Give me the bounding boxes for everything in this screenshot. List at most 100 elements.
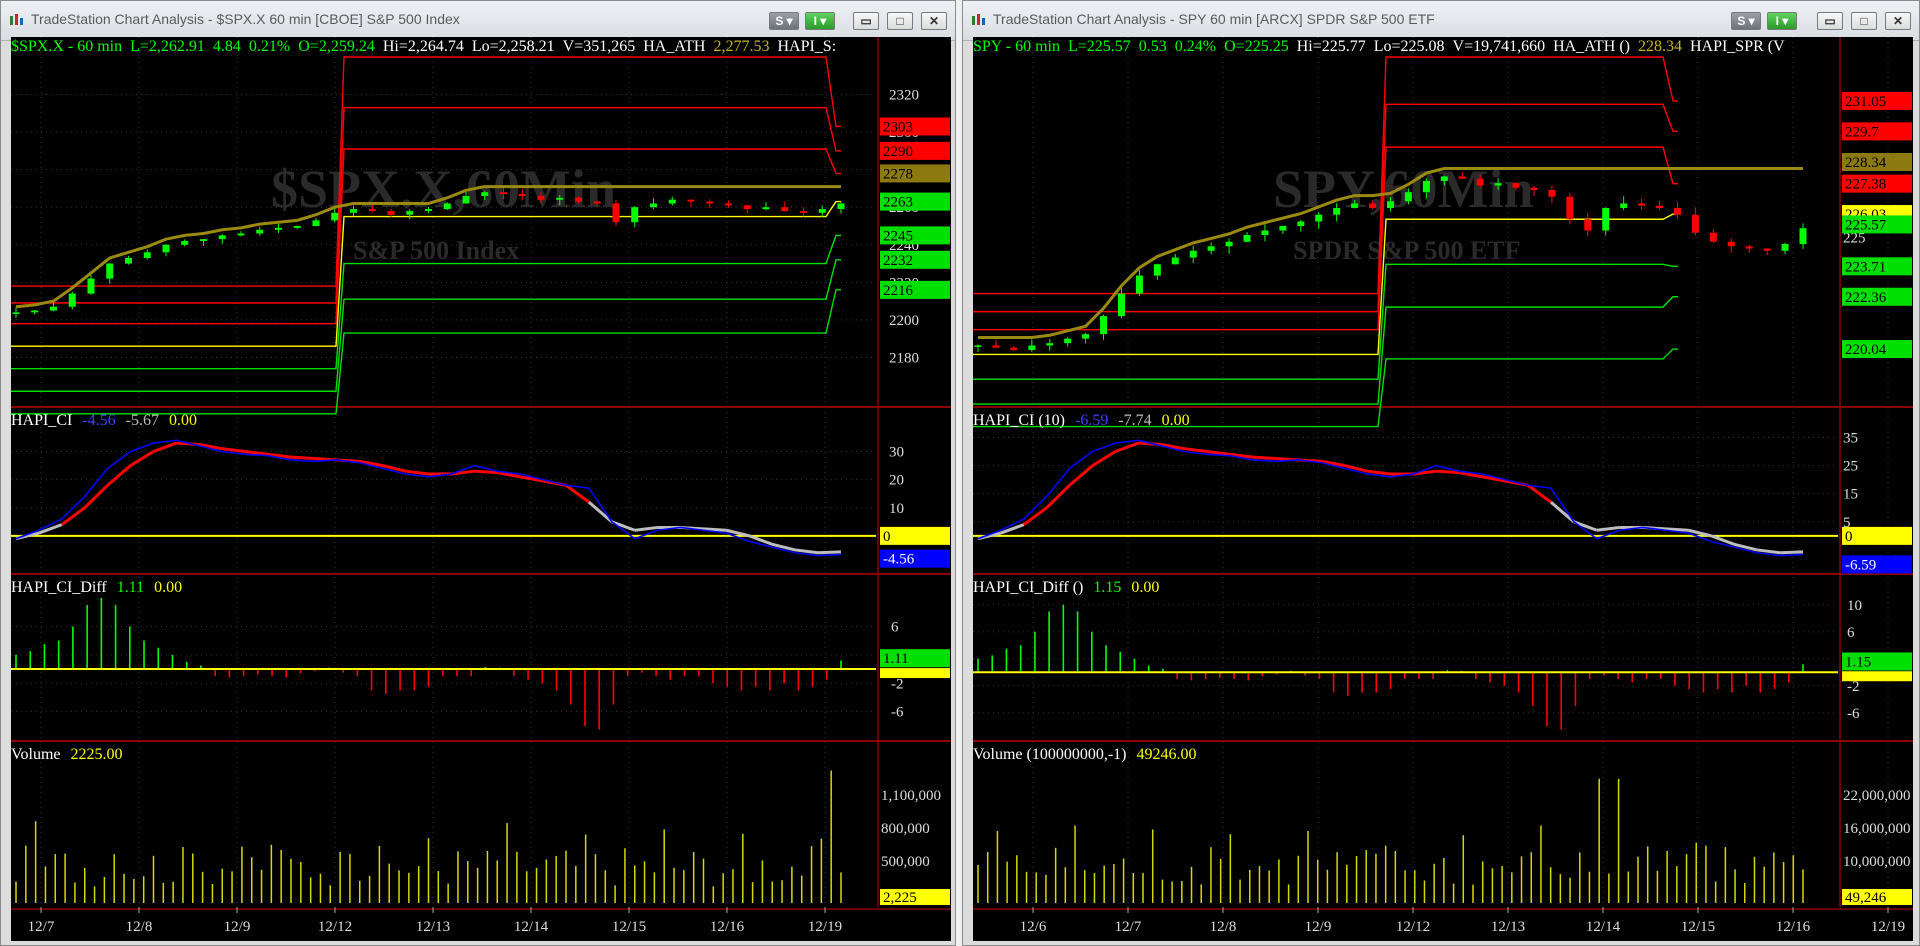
candle-body [218, 235, 226, 240]
candle-body [256, 229, 264, 234]
volume-label: Volume (100000000,-1) [973, 746, 1126, 763]
candle-body [1602, 207, 1610, 231]
date-label: 12/8 [1210, 919, 1237, 935]
last-price: L=2,262.91 [130, 38, 205, 55]
minimize-button[interactable]: ▭ [1817, 12, 1843, 30]
ci-label: HAPI_CI (10) [973, 412, 1065, 429]
candle-body [1082, 334, 1090, 339]
price-tag: 225.57 [1845, 217, 1887, 233]
date-label: 12/13 [416, 919, 450, 935]
candle-body [1548, 189, 1556, 197]
close-button[interactable]: ✕ [921, 12, 947, 30]
tradestation-icon [972, 14, 985, 25]
candle-body [406, 210, 414, 215]
candle-body [1297, 221, 1305, 226]
volume-value: 49246.00 [1136, 746, 1196, 763]
diff-value-2: 0.00 [154, 579, 182, 596]
volume-value: 2225.00 [70, 746, 122, 763]
interval-link-button[interactable]: I ▾ [805, 12, 835, 30]
candle-body [1494, 183, 1502, 186]
candle-body [181, 241, 189, 245]
price-tag: 2303 [883, 119, 913, 135]
watermark-description: S&P 500 Index [353, 236, 519, 265]
candle-body [331, 212, 339, 221]
ci-tag-bg [880, 526, 950, 545]
date-label: 12/7 [28, 919, 55, 935]
candle-body [1584, 219, 1592, 231]
interval-link-button[interactable]: I ▾ [1767, 12, 1797, 30]
candle-body [143, 252, 151, 258]
date-label: 12/15 [1681, 919, 1715, 935]
ci-slow-line [1780, 550, 1804, 555]
diff-value-2: 0.00 [1131, 579, 1159, 596]
volume-axis-label: 10,000,000 [1843, 854, 1911, 870]
candle-body [650, 203, 657, 208]
candle-body [725, 203, 732, 206]
chart-area[interactable]: 12/7 12/8 12/9 12/12 12/13 12/14 12/15 12/16 12/… [11, 37, 951, 941]
price-tag: 2263 [883, 195, 913, 211]
price-axis-label: 2180 [889, 350, 919, 366]
maximize-button[interactable]: □ [887, 12, 913, 30]
price-tag: 229.7 [1845, 124, 1879, 140]
candle-body [368, 209, 376, 211]
candle-body [1189, 250, 1197, 258]
volume-value: V=19,741,660 [1453, 38, 1546, 55]
date-label: 12/13 [1491, 919, 1525, 935]
ci-value-1: -6.59 [1075, 412, 1108, 429]
price-tag: 2232 [883, 253, 913, 269]
candle-body [1171, 257, 1179, 265]
title-bar[interactable]: TradeStation Chart Analysis - SPY 60 min… [963, 1, 1919, 41]
candle-body [593, 201, 601, 204]
maximize-button[interactable]: □ [1851, 12, 1877, 30]
high-value: Hi=225.77 [1297, 38, 1366, 55]
diff-axis-label: 10 [1847, 598, 1862, 614]
candle-body [1315, 214, 1323, 222]
low-value: Lo=225.08 [1374, 38, 1445, 55]
candle-body [800, 210, 807, 213]
candle-body [87, 278, 95, 294]
minimize-button[interactable]: ▭ [853, 12, 879, 30]
candle-body [1638, 203, 1646, 206]
ci-tag: -6.59 [1845, 557, 1876, 573]
date-label: 12/19 [808, 919, 842, 935]
price-tag: 227.38 [1845, 177, 1886, 193]
symbol-label: $SPX.X - 60 min [11, 38, 122, 55]
symbol-link-button[interactable]: S ▾ [769, 12, 799, 30]
volume-axis-label: 22,000,000 [1843, 788, 1911, 804]
candle-body [12, 312, 20, 314]
date-label: 12/16 [1776, 919, 1811, 935]
ci-value-2: -5.67 [126, 412, 159, 429]
diff-axis-label: -2 [891, 676, 904, 692]
diff-axis-label: -6 [1847, 706, 1860, 722]
ha-ath-label: HA_ATH [643, 38, 706, 55]
candle-body [1530, 187, 1538, 190]
candle-body [1566, 196, 1574, 220]
symbol-link-button[interactable]: S ▾ [1731, 12, 1761, 30]
date-label: 12/12 [318, 919, 352, 935]
open-value: O=225.25 [1224, 38, 1289, 55]
candle-body [1117, 293, 1125, 317]
chart-window-spx[interactable]: TradeStation Chart Analysis - $SPX.X 60 … [0, 0, 956, 946]
candle-body [1351, 203, 1359, 208]
volume-axis-label: 16,000,000 [1843, 821, 1911, 837]
hapi-spr-label: HAPI_SPR (V [1690, 38, 1785, 55]
candle-body [1243, 235, 1251, 242]
chart-window-spy[interactable]: TradeStation Chart Analysis - SPY 60 min… [962, 0, 1920, 946]
candle-body [500, 192, 507, 195]
candle-body [1512, 183, 1520, 188]
candle-body [612, 203, 620, 223]
close-button[interactable]: ✕ [1885, 12, 1911, 30]
tradestation-icon [10, 14, 23, 25]
ci-slow-line [1436, 469, 1460, 475]
candle-body [237, 233, 245, 236]
candle-body [1691, 214, 1699, 233]
diff-label: HAPI_CI_Diff [11, 579, 107, 596]
diff-value-1: 1.15 [1093, 579, 1121, 596]
chart-area[interactable]: 12/6 12/7 12/8 12/9 12/12 12/13 12/14 12/15 12/1… [973, 37, 1913, 941]
watermark-description: SPDR S&P 500 ETF [1293, 236, 1521, 265]
title-bar[interactable]: TradeStation Chart Analysis - $SPX.X 60 … [1, 1, 955, 41]
candle-body [31, 310, 39, 313]
date-label: 12/15 [612, 919, 646, 935]
volume-tag: 2,225 [883, 890, 917, 906]
price-tag: 2278 [883, 166, 913, 182]
